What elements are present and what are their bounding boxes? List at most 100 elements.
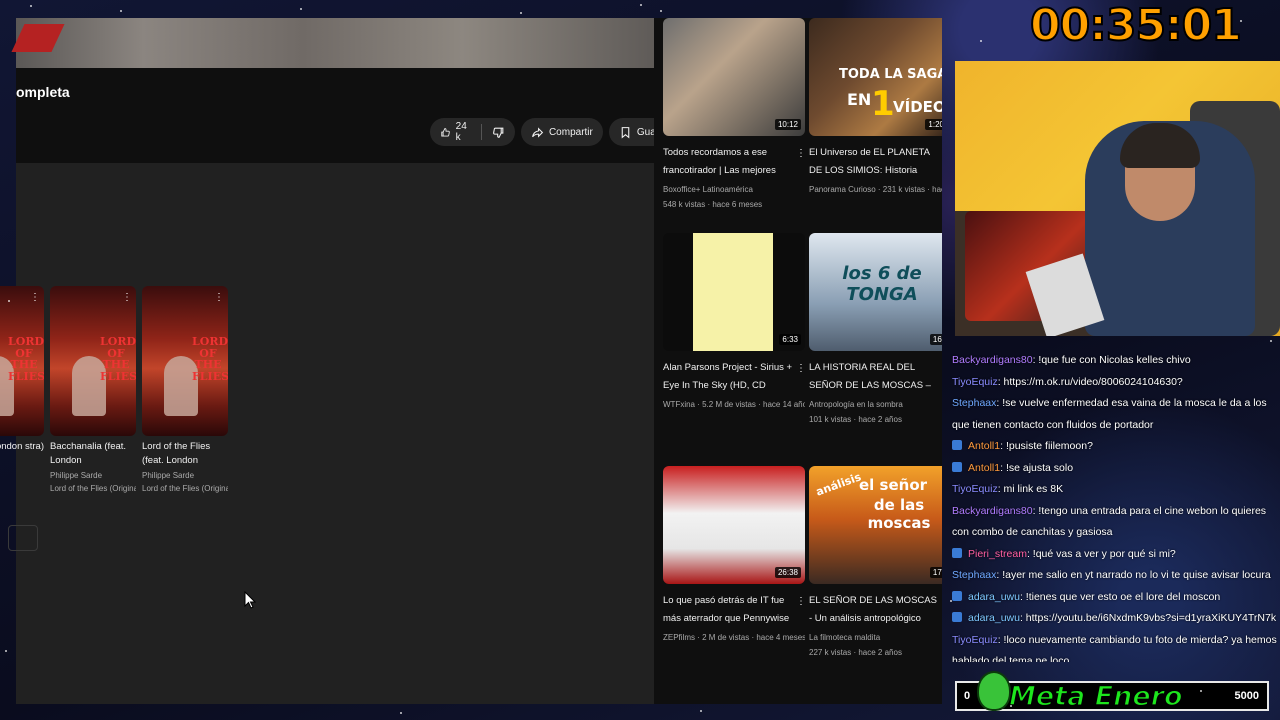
channel-name: Boxoffice+ Latinoamérica <box>663 185 753 194</box>
album-title: Lord of the Flies (feat. London Symphony… <box>142 441 211 470</box>
kebab-menu-icon[interactable]: ⋮ <box>796 363 942 374</box>
video-thumbnail: 10:12 <box>663 18 805 136</box>
chat-message: adara_uwu: https://youtu.be/i6NxdmK9vbs?… <box>948 608 1280 630</box>
thumbnail-text: EN <box>847 90 872 109</box>
video-meta: 101 k vistas · hace 2 años <box>809 415 902 425</box>
chat-badge-icon <box>952 547 962 558</box>
chat-username: adara_uwu <box>968 590 1020 603</box>
star-decoration <box>30 5 32 7</box>
star-decoration <box>1270 340 1272 342</box>
chat-badge-icon <box>952 612 962 622</box>
chat-message: TiyoEquiz: mi link es 8K <box>948 479 1280 501</box>
share-button[interactable]: Compartir <box>520 118 603 146</box>
chat-message: TiyoEquiz: https://m.ok.ru/video/8006024… <box>948 372 1280 394</box>
star-decoration <box>300 8 302 10</box>
album-card[interactable]: LORD OF THE FLIES ⋮ ondon stra) <box>0 286 44 470</box>
album-title: ondon stra) <box>0 441 44 452</box>
chat-text: : !tienes que ver esto oe el lore del mo… <box>1019 590 1221 603</box>
star-decoration <box>1200 690 1202 692</box>
chat-text: : mi link es 8K <box>997 483 1064 495</box>
album-card[interactable]: LORD OF THE FLIES ⋮ Lord of the Flies (fea… <box>142 286 228 496</box>
video-duration: 10:12 <box>774 119 801 130</box>
video-title: ompleta <box>16 84 70 100</box>
chat-message: Stephaax: !ayer me salio en yt narrado n… <box>948 565 1280 587</box>
goal-bar: 0 Meta Enero 5000 <box>955 671 1269 713</box>
chat-username: adara_uwu <box>968 612 1020 624</box>
dislike-button[interactable] <box>482 118 515 146</box>
video-duration: 6:33 <box>779 334 801 345</box>
stream-timer: 00:35:01 <box>1029 0 1243 52</box>
video-thumbnail: 26:38 <box>663 466 805 584</box>
video-duration: 26:38 <box>774 567 801 578</box>
chat-username: Pieri_stream <box>968 547 1027 560</box>
chat-text: : !se ajusta solo <box>1000 461 1074 474</box>
star-decoration <box>660 10 662 12</box>
kebab-menu-icon[interactable]: ⋮ <box>214 292 224 303</box>
video-meta: 227 k vistas · hace 2 años <box>809 648 902 658</box>
star-decoration <box>120 10 122 12</box>
chat-badge-icon <box>952 590 962 601</box>
rec-video-card[interactable]: 6:33 Alan Parsons Project - Sirius + Eye… <box>663 233 805 412</box>
album-cover: LORD OF THE FLIES ⋮ <box>50 286 136 436</box>
thumbnail-text: VÍDEO <box>893 98 942 116</box>
star-decoration <box>5 650 7 652</box>
eye-of-horus-artwork <box>693 233 773 351</box>
album-card[interactable]: LORD OF THE FLIES ⋮ Bacchanalia (feat. Lon… <box>50 286 136 496</box>
kebab-menu-icon[interactable]: ⋮ <box>122 292 132 303</box>
album-cover: LORD OF THE FLIES ⋮ <box>142 286 228 436</box>
album-artist: Philippe Sarde <box>142 471 195 480</box>
star-decoration <box>700 710 702 712</box>
chat-message: Backyardigans80: !tengo una entrada para… <box>948 501 1280 544</box>
chat-text: : https://m.ok.ru/video/8006024104630? <box>997 375 1183 388</box>
video-player[interactable] <box>11 18 654 68</box>
video-thumbnail: TODA LA SAGA EN 1 VÍDEO 1:20 <box>809 18 942 136</box>
album-cover-art-text: LORD OF THE FLIES <box>192 335 228 383</box>
chat-text: : !se vuelve enfermedad esa vaina de la … <box>952 397 1267 431</box>
rec-video-card[interactable]: 10:12 Todos recordamos a ese francotirad… <box>663 18 805 212</box>
thumbnail-text: TODA LA SAGA <box>839 67 942 82</box>
goal-min: 0 <box>964 690 971 702</box>
chat-username: TiyoEquiz <box>952 633 998 646</box>
kebab-menu-icon[interactable]: ⋮ <box>796 596 942 607</box>
channel-name: Panorama Curioso · 231 k vistas · hace 4… <box>809 185 942 194</box>
star-decoration <box>950 600 952 602</box>
thumbnail-text: los 6 de TONGA <box>842 263 922 305</box>
video-duration: 17: <box>929 567 942 578</box>
star-decoration <box>8 300 10 302</box>
rec-video-card[interactable]: análisis el señor de las moscas 17: ⋮ EL… <box>796 466 942 660</box>
channel-name: WTFxina · 5.2 M de vistas · hace 14 años <box>663 400 805 409</box>
video-duration: 1:20 <box>925 119 942 130</box>
like-dislike-group: 24 k <box>430 118 515 146</box>
chat-username: Stephaax <box>952 569 997 581</box>
chat-text: : !ayer me salio en yt narrado no lo vi … <box>996 569 1271 581</box>
video-thumbnail: análisis el señor de las moscas 17: <box>809 466 942 584</box>
chat-message: Pieri_stream: !qué vas a ver y por qué s… <box>948 544 1280 566</box>
chat-message: Antoll1: !se ajusta solo <box>948 458 1280 480</box>
partial-input-box[interactable] <box>8 525 38 551</box>
thumbnail-text: análisis <box>814 470 863 499</box>
chat-text: : !pusiste fiilemoon? <box>1000 440 1093 452</box>
chat-message: Antoll1: !pusiste fiilemoon? <box>948 436 1280 458</box>
like-count: 24 k <box>455 121 467 143</box>
rec-video-card[interactable]: los 6 de TONGA 16: ⋮ LA HISTORIA REAL DE… <box>796 233 942 427</box>
rec-video-card[interactable]: 26:38 Lo que pasó detrás de IT fue más a… <box>663 466 805 645</box>
chat-username: Antoll1 <box>968 440 1001 452</box>
rec-video-card[interactable]: TODA LA SAGA EN 1 VÍDEO 1:20 ⋮ El Univer… <box>796 18 942 197</box>
mouse-cursor-icon <box>244 591 256 609</box>
video-thumbnail: los 6 de TONGA 16: <box>809 233 942 351</box>
bookmark-icon <box>621 126 630 139</box>
chat-username: TiyoEquiz <box>952 483 998 495</box>
chat-badge-icon <box>952 440 962 450</box>
like-button[interactable]: 24 k <box>430 118 481 146</box>
video-thumbnail: 6:33 <box>663 233 805 351</box>
album-title: Bacchanalia (feat. London Symphony... <box>50 441 127 470</box>
webcam-feed <box>955 61 1280 336</box>
kebab-menu-icon[interactable]: ⋮ <box>30 292 40 303</box>
star-decoration <box>400 712 402 714</box>
chat-text: : https://youtu.be/i6NxdmK9vbs?si=d1yraX… <box>1019 612 1277 624</box>
thumbnail-text: el señor <box>859 476 928 494</box>
chat-text: : !qué vas a ver y por qué si mi? <box>1026 547 1176 560</box>
video-title: Lo que pasó detrás de IT fue más aterrad… <box>663 595 790 625</box>
chat-username: Backyardigans80 <box>952 354 1033 366</box>
kebab-menu-icon[interactable]: ⋮ <box>796 148 942 159</box>
